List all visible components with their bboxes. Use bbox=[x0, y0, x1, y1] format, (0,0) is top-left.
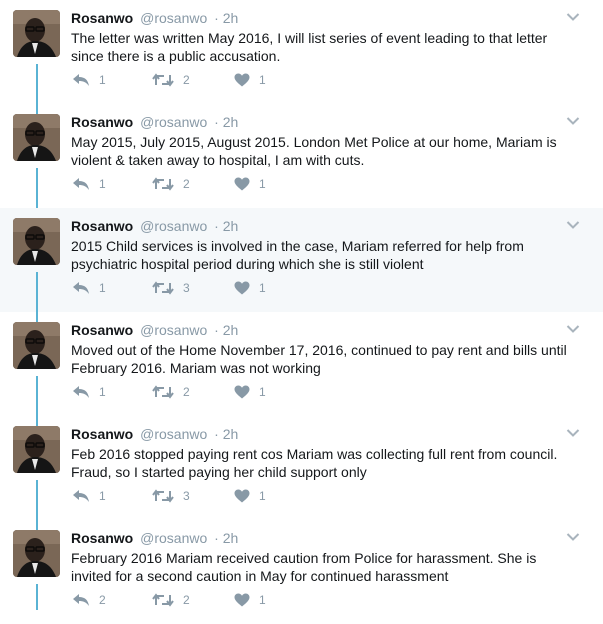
tweet-time[interactable]: · 2h bbox=[214, 530, 238, 546]
retweet-button[interactable]: 3 bbox=[152, 488, 190, 504]
like-button[interactable]: 1 bbox=[234, 592, 266, 608]
chevron-down-icon[interactable] bbox=[566, 116, 580, 126]
chevron-down-icon[interactable] bbox=[566, 428, 580, 438]
author-handle[interactable]: @rosanwo bbox=[140, 426, 207, 442]
reply-icon bbox=[73, 74, 89, 86]
like-button[interactable]: 1 bbox=[234, 384, 266, 400]
author-handle[interactable]: @rosanwo bbox=[140, 530, 207, 546]
tweet-text: 2015 Child services is involved in the c… bbox=[71, 238, 524, 272]
heart-icon bbox=[234, 593, 250, 607]
like-count: 1 bbox=[259, 593, 266, 607]
like-count: 1 bbox=[259, 385, 266, 399]
reply-icon bbox=[73, 594, 89, 606]
chevron-down-icon[interactable] bbox=[566, 12, 580, 22]
tweet-time[interactable]: · 2h bbox=[214, 218, 238, 234]
retweet-icon bbox=[152, 489, 174, 503]
tweet[interactable]: Rosanwo @rosanwo · 2h February 2016 Mari… bbox=[0, 520, 603, 624]
tweet-text: The letter was written May 2016, I will … bbox=[71, 30, 548, 64]
tweet[interactable]: Rosanwo @rosanwo · 2h 2015 Child service… bbox=[0, 208, 603, 322]
tweet[interactable]: Rosanwo @rosanwo · 2h May 2015, July 201… bbox=[0, 104, 603, 218]
retweet-icon bbox=[152, 593, 174, 607]
like-button[interactable]: 1 bbox=[234, 280, 266, 296]
author-handle[interactable]: @rosanwo bbox=[140, 10, 207, 26]
heart-icon bbox=[234, 177, 250, 191]
retweet-button[interactable]: 2 bbox=[152, 72, 190, 88]
author-name[interactable]: Rosanwo bbox=[71, 322, 133, 338]
chevron-down-icon[interactable] bbox=[566, 324, 580, 334]
heart-icon bbox=[234, 281, 250, 295]
chevron-down-icon[interactable] bbox=[566, 532, 580, 542]
avatar[interactable] bbox=[13, 218, 60, 265]
author-name[interactable]: Rosanwo bbox=[71, 114, 133, 130]
like-count: 1 bbox=[259, 73, 266, 87]
like-count: 1 bbox=[259, 177, 266, 191]
like-count: 1 bbox=[259, 489, 266, 503]
retweet-button[interactable]: 3 bbox=[152, 280, 190, 296]
author-name[interactable]: Rosanwo bbox=[71, 10, 133, 26]
tweet-time[interactable]: · 2h bbox=[214, 10, 238, 26]
retweet-count: 2 bbox=[183, 177, 190, 191]
tweet-text: February 2016 Mariam received caution fr… bbox=[71, 550, 537, 584]
author-name[interactable]: Rosanwo bbox=[71, 218, 133, 234]
like-count: 1 bbox=[259, 281, 266, 295]
avatar[interactable] bbox=[13, 10, 60, 57]
reply-button[interactable]: 1 bbox=[72, 280, 106, 296]
retweet-button[interactable]: 2 bbox=[152, 592, 190, 608]
retweet-count: 3 bbox=[183, 281, 190, 295]
reply-count: 1 bbox=[99, 281, 106, 295]
avatar[interactable] bbox=[13, 114, 60, 161]
thread-line bbox=[36, 584, 38, 610]
reply-button[interactable]: 1 bbox=[72, 384, 106, 400]
reply-count: 1 bbox=[99, 385, 106, 399]
retweet-count: 3 bbox=[183, 489, 190, 503]
author-handle[interactable]: @rosanwo bbox=[140, 322, 207, 338]
like-button[interactable]: 1 bbox=[234, 72, 266, 88]
reply-count: 1 bbox=[99, 177, 106, 191]
like-button[interactable]: 1 bbox=[234, 176, 266, 192]
tweet-text: May 2015, July 2015, August 2015. London… bbox=[71, 134, 557, 168]
reply-icon bbox=[73, 386, 89, 398]
tweet[interactable]: Rosanwo @rosanwo · 2h The letter was wri… bbox=[0, 0, 603, 114]
retweet-count: 2 bbox=[183, 593, 190, 607]
author-name[interactable]: Rosanwo bbox=[71, 530, 133, 546]
like-button[interactable]: 1 bbox=[234, 488, 266, 504]
reply-icon bbox=[73, 178, 89, 190]
author-handle[interactable]: @rosanwo bbox=[140, 114, 207, 130]
reply-button[interactable]: 1 bbox=[72, 488, 106, 504]
avatar[interactable] bbox=[13, 322, 60, 369]
chevron-down-icon[interactable] bbox=[566, 220, 580, 230]
reply-icon bbox=[73, 282, 89, 294]
reply-icon bbox=[73, 490, 89, 502]
reply-count: 1 bbox=[99, 489, 106, 503]
tweet-text: Feb 2016 stopped paying rent cos Mariam … bbox=[71, 446, 558, 480]
author-name[interactable]: Rosanwo bbox=[71, 426, 133, 442]
retweet-button[interactable]: 2 bbox=[152, 176, 190, 192]
reply-count: 1 bbox=[99, 73, 106, 87]
reply-button[interactable]: 2 bbox=[72, 592, 106, 608]
tweet[interactable]: Rosanwo @rosanwo · 2h Feb 2016 stopped p… bbox=[0, 416, 603, 530]
tweet[interactable]: Rosanwo @rosanwo · 2h Moved out of the H… bbox=[0, 312, 603, 426]
heart-icon bbox=[234, 385, 250, 399]
retweet-count: 2 bbox=[183, 73, 190, 87]
retweet-count: 2 bbox=[183, 385, 190, 399]
reply-button[interactable]: 1 bbox=[72, 176, 106, 192]
tweet-text: Moved out of the Home November 17, 2016,… bbox=[71, 342, 567, 376]
avatar[interactable] bbox=[13, 530, 60, 577]
retweet-icon bbox=[152, 281, 174, 295]
retweet-icon bbox=[152, 177, 174, 191]
tweet-time[interactable]: · 2h bbox=[214, 322, 238, 338]
avatar[interactable] bbox=[13, 426, 60, 473]
heart-icon bbox=[234, 73, 250, 87]
reply-button[interactable]: 1 bbox=[72, 72, 106, 88]
heart-icon bbox=[234, 489, 250, 503]
author-handle[interactable]: @rosanwo bbox=[140, 218, 207, 234]
reply-count: 2 bbox=[99, 593, 106, 607]
retweet-button[interactable]: 2 bbox=[152, 384, 190, 400]
retweet-icon bbox=[152, 385, 174, 399]
tweet-time[interactable]: · 2h bbox=[214, 426, 238, 442]
tweet-time[interactable]: · 2h bbox=[214, 114, 238, 130]
retweet-icon bbox=[152, 73, 174, 87]
